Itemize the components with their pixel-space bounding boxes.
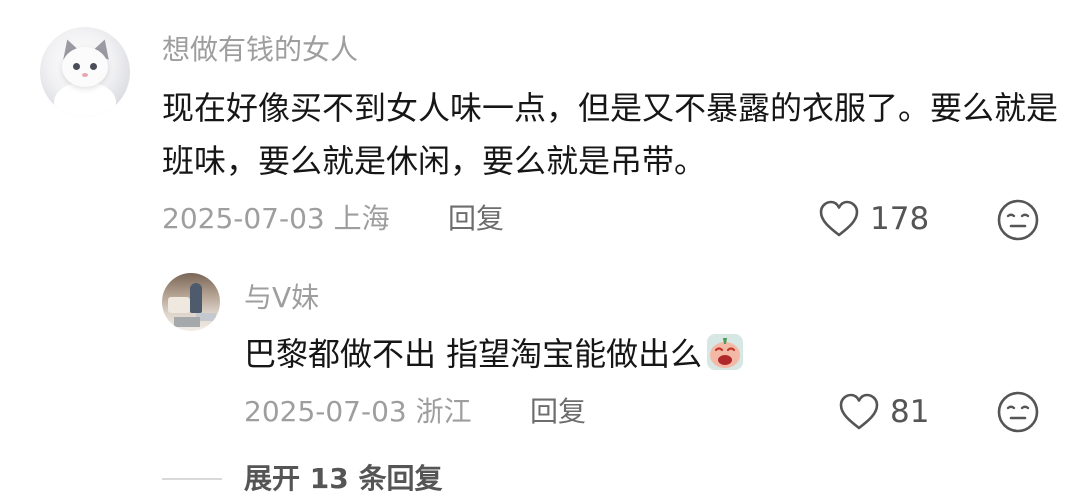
crying-emoji-icon	[707, 334, 744, 370]
avatar-cat-nose	[82, 73, 88, 77]
expand-replies-button[interactable]: 展开 13 条回复	[244, 459, 442, 499]
avatar-scene-figure	[190, 283, 202, 313]
avatar-scene-shape	[168, 297, 190, 313]
reply-username[interactable]: 与V妹	[244, 278, 319, 318]
avatar-scene-shape	[174, 317, 200, 327]
heart-icon[interactable]	[818, 199, 860, 239]
expand-divider	[162, 478, 222, 480]
comment-date-location: 2025-07-03 上海	[162, 202, 390, 235]
reply-reply-button[interactable]: 回复	[530, 392, 586, 432]
comment-username[interactable]: 想做有钱的女人	[162, 30, 358, 70]
reply-text-line: 巴黎都做不出 指望淘宝能做出么	[244, 332, 744, 376]
reply-text: 巴黎都做不出 指望淘宝能做出么	[244, 335, 703, 373]
neutral-face-icon[interactable]	[996, 390, 1040, 434]
reply-date-location: 2025-07-03 浙江	[244, 395, 472, 428]
avatar-cat-head	[62, 47, 108, 87]
avatar-cat-eye	[90, 63, 97, 70]
neutral-face-icon[interactable]	[996, 198, 1040, 242]
avatar-cat-body	[54, 82, 116, 117]
reply-avatar[interactable]	[162, 273, 220, 331]
heart-icon[interactable]	[838, 392, 880, 432]
like-count: 178	[870, 201, 930, 237]
reply-button[interactable]: 回复	[448, 199, 504, 239]
comment-text: 现在好像买不到女人味一点，但是又不暴露的衣服了。要么就是班味，要么就是休闲，要么…	[162, 89, 1059, 180]
avatar-cat-eye	[73, 63, 80, 70]
reply-like-count: 81	[890, 394, 930, 430]
avatar[interactable]	[40, 27, 130, 117]
